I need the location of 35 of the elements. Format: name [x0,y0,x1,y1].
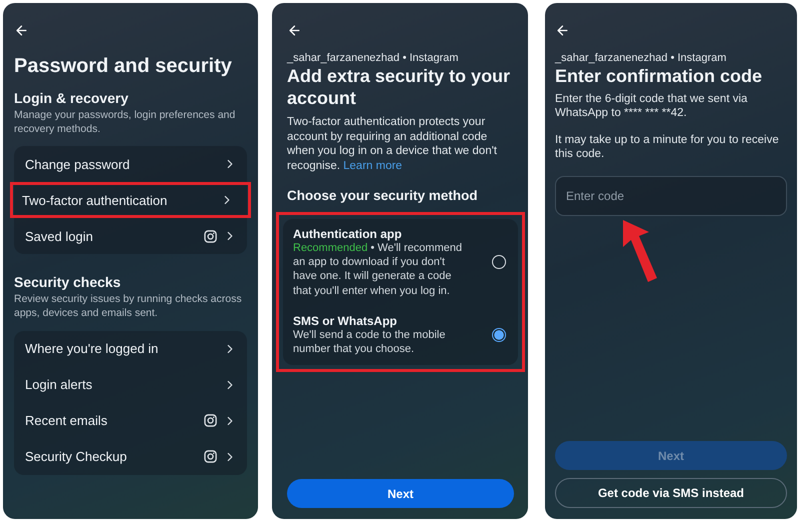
settings-item[interactable]: Security Checkup [14,438,247,475]
page-title: Enter confirmation code [555,66,764,88]
section-heading: Security checks [14,274,122,290]
settings-item[interactable]: Where you're logged in [14,330,247,367]
option-description: We'll send a code to the mobile number that you choose. [293,328,446,357]
option-title: SMS or WhatsApp [293,314,398,328]
section-heading: Login & recovery [14,90,130,106]
next-button[interactable]: Next [287,479,514,508]
back-icon[interactable] [14,23,29,38]
back-icon[interactable] [555,23,570,38]
description-text: Two-factor authentication protects your account by requiring an additional code when you log in on a device that we don't recognise. Learn more [287,115,498,174]
section-description: Manage your passwords, login preferences and recovery methods. [14,109,236,136]
instagram-icon [204,414,217,428]
secondary-button[interactable]: Get code via SMS instead [555,478,787,508]
instruction-text: It may take up to a minute for you to receive this code. [555,132,780,162]
settings-item[interactable]: Saved login [14,218,247,254]
section-heading: Choose your security method [287,188,479,204]
page-title: Add extra security to your account [287,66,512,110]
section-description: Review security issues by running checks across apps, devices and emails sent. [14,293,243,321]
instruction-text: Enter the 6-digit code that we sent via WhatsApp to **** *** **42. [555,92,748,121]
option-description: Recommended • We'll recommend an app to download if you don't have one. It will generate a code that you'll enter when you log in. [293,240,463,298]
instagram-icon [204,450,217,464]
code-input-field[interactable]: Enter code [555,176,787,216]
learn-more-link[interactable]: Learn more [343,160,402,172]
settings-item[interactable]: Change password [14,146,247,182]
radio-button[interactable] [492,328,506,342]
account-label: _sahar_farzanenezhad • Instagram [287,52,460,64]
settings-item[interactable]: Two-factor authentication [10,182,251,218]
option-title: Authentication app [293,226,403,241]
page-title: Password and security [14,54,233,78]
settings-item[interactable]: Login alerts [14,366,247,403]
back-icon[interactable] [287,23,302,38]
settings-item[interactable]: Recent emails [14,402,247,439]
account-label: _sahar_farzanenezhad • Instagram [555,52,728,64]
instagram-icon [204,230,217,243]
